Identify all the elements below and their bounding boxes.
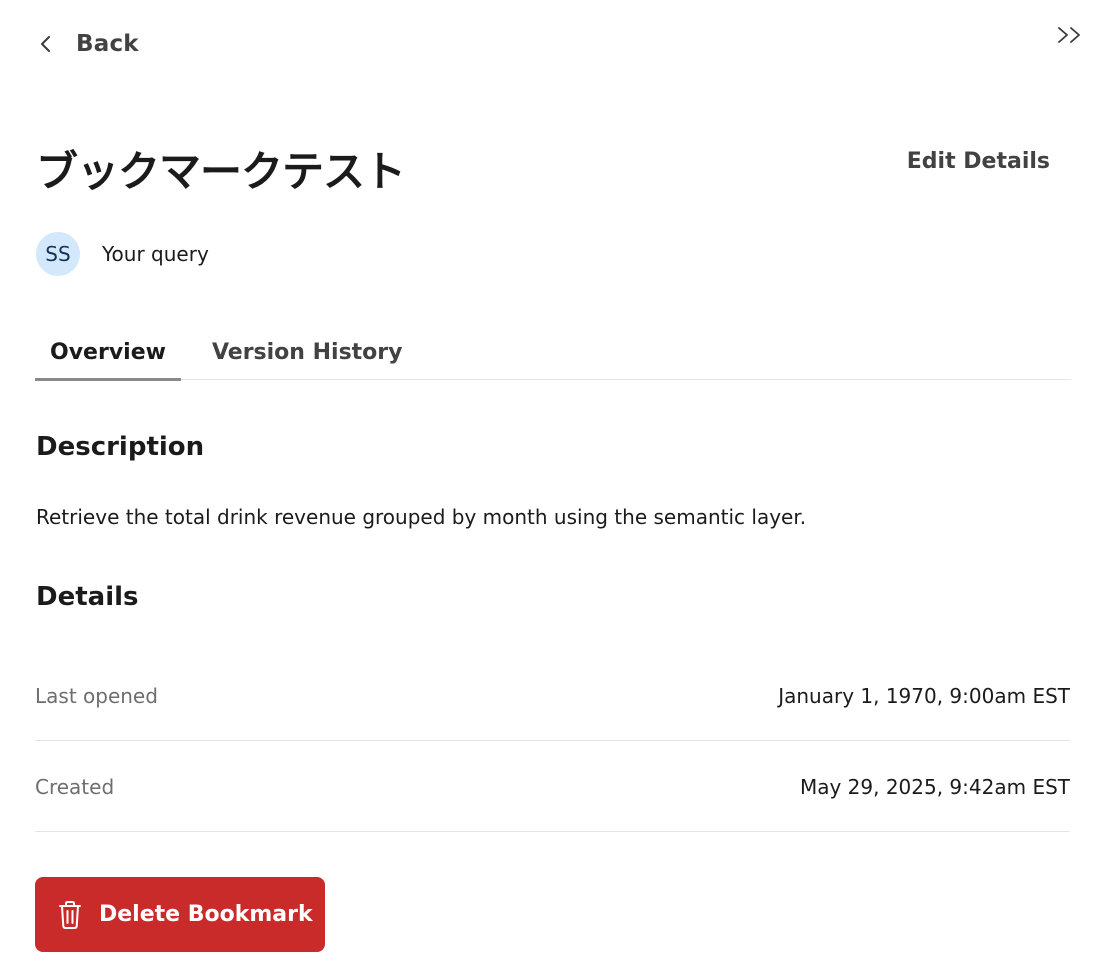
chevron-left-icon xyxy=(41,36,50,52)
detail-row-created: Created May 29, 2025, 9:42am EST xyxy=(35,742,1070,832)
detail-value: May 29, 2025, 9:42am EST xyxy=(799,774,1070,799)
detail-value: January 1, 1970, 9:00am EST xyxy=(778,683,1070,708)
double-chevron-right-icon xyxy=(1058,27,1080,43)
detail-row-last-opened: Last opened January 1, 1970, 9:00am EST xyxy=(35,651,1070,741)
back-button[interactable]: Back xyxy=(36,28,139,60)
collapse-panel-button[interactable] xyxy=(1056,24,1086,48)
detail-label: Created xyxy=(35,774,115,799)
tab-overview[interactable]: Overview xyxy=(35,330,181,381)
edit-details-button[interactable]: Edit Details xyxy=(907,149,1050,174)
detail-label: Last opened xyxy=(35,683,158,708)
avatar: SS xyxy=(36,232,80,276)
description-heading: Description xyxy=(36,432,205,462)
description-text: Retrieve the total drink revenue grouped… xyxy=(36,505,807,529)
back-label: Back xyxy=(76,31,139,57)
delete-bookmark-button[interactable]: Delete Bookmark xyxy=(35,877,325,952)
tab-version-history[interactable]: Version History xyxy=(197,330,418,380)
delete-bookmark-label: Delete Bookmark xyxy=(99,902,313,927)
owner-row: SS Your query xyxy=(36,232,209,276)
owner-label: Your query xyxy=(102,242,209,266)
trash-icon xyxy=(59,900,81,929)
details-heading: Details xyxy=(36,582,139,612)
page-title: ブックマークテスト xyxy=(36,147,406,196)
bookmark-details-panel: Back ブックマークテスト Edit Details SS Your quer… xyxy=(0,0,1100,979)
tab-bar: Overview Version History xyxy=(35,330,1071,381)
